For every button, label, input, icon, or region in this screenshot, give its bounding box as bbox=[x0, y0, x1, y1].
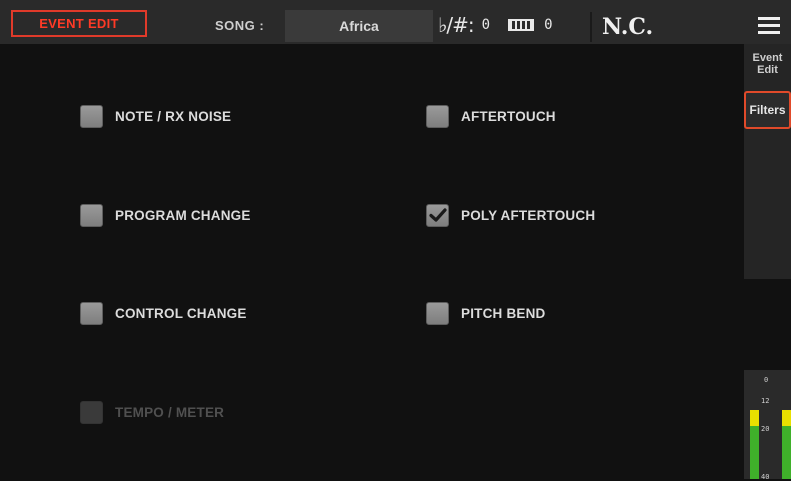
keyboard-icon bbox=[508, 19, 535, 31]
tab-filters-label: Filters bbox=[749, 103, 786, 117]
checkmark-icon bbox=[428, 208, 447, 222]
chord-display: N.C. bbox=[590, 12, 663, 42]
meter-scale-label: 20 bbox=[761, 425, 770, 433]
song-name-field[interactable]: Africa bbox=[285, 10, 433, 42]
tab-event-edit[interactable]: Event Edit bbox=[744, 50, 791, 84]
filter-pitch-bend[interactable]: PITCH BEND bbox=[426, 301, 546, 325]
checkbox[interactable] bbox=[426, 301, 449, 325]
checkbox[interactable] bbox=[80, 104, 103, 128]
tab-filters[interactable]: Filters bbox=[744, 91, 791, 129]
meter-scale-label: 40 bbox=[761, 473, 770, 481]
menu-icon[interactable] bbox=[758, 17, 780, 35]
filter-aftertouch[interactable]: AFTERTOUCH bbox=[426, 104, 556, 128]
checkbox[interactable] bbox=[426, 104, 449, 128]
checkbox[interactable] bbox=[80, 301, 103, 325]
filter-label: CONTROL CHANGE bbox=[115, 305, 247, 321]
keyboard-transpose-value: 0 bbox=[544, 17, 553, 33]
filter-label: NOTE / RX NOISE bbox=[115, 108, 232, 124]
filter-tempo-meter: TEMPO / METER bbox=[80, 400, 224, 424]
filter-label: PITCH BEND bbox=[461, 305, 546, 321]
meter-left-bar bbox=[750, 410, 759, 479]
filter-poly-aftertouch[interactable]: POLY AFTERTOUCH bbox=[426, 203, 595, 227]
meter-scale-label: 12 bbox=[761, 397, 770, 405]
filter-note-rx-noise[interactable]: NOTE / RX NOISE bbox=[80, 104, 231, 128]
filter-label: AFTERTOUCH bbox=[461, 108, 556, 124]
event-edit-mode-button[interactable]: EVENT EDIT bbox=[11, 10, 147, 37]
level-meter: 0 12 20 40 bbox=[744, 370, 791, 481]
transpose-display[interactable]: ♭/#: 0 0 bbox=[438, 10, 553, 40]
filter-label: POLY AFTERTOUCH bbox=[461, 207, 596, 223]
song-label: SONG : bbox=[215, 18, 265, 33]
transpose-value: 0 bbox=[481, 17, 491, 33]
filter-label: TEMPO / METER bbox=[115, 404, 225, 420]
checkbox[interactable] bbox=[426, 203, 449, 227]
meter-right-bar bbox=[782, 410, 791, 479]
meter-scale-label: 0 bbox=[764, 376, 769, 384]
meter-scale: 0 12 20 40 bbox=[760, 370, 774, 481]
top-bar: EVENT EDIT SONG : Africa ♭/#: 0 0 N.C. bbox=[0, 0, 791, 44]
tab-event-edit-label-line2: Edit bbox=[757, 64, 778, 76]
filter-control-change[interactable]: CONTROL CHANGE bbox=[80, 301, 247, 325]
filter-program-change[interactable]: PROGRAM CHANGE bbox=[80, 203, 251, 227]
accidental-icon: ♭/#: bbox=[438, 13, 475, 37]
tab-event-edit-label-line1: Event bbox=[752, 52, 783, 64]
checkbox[interactable] bbox=[80, 203, 103, 227]
checkbox bbox=[80, 400, 103, 424]
filter-label: PROGRAM CHANGE bbox=[115, 207, 251, 223]
